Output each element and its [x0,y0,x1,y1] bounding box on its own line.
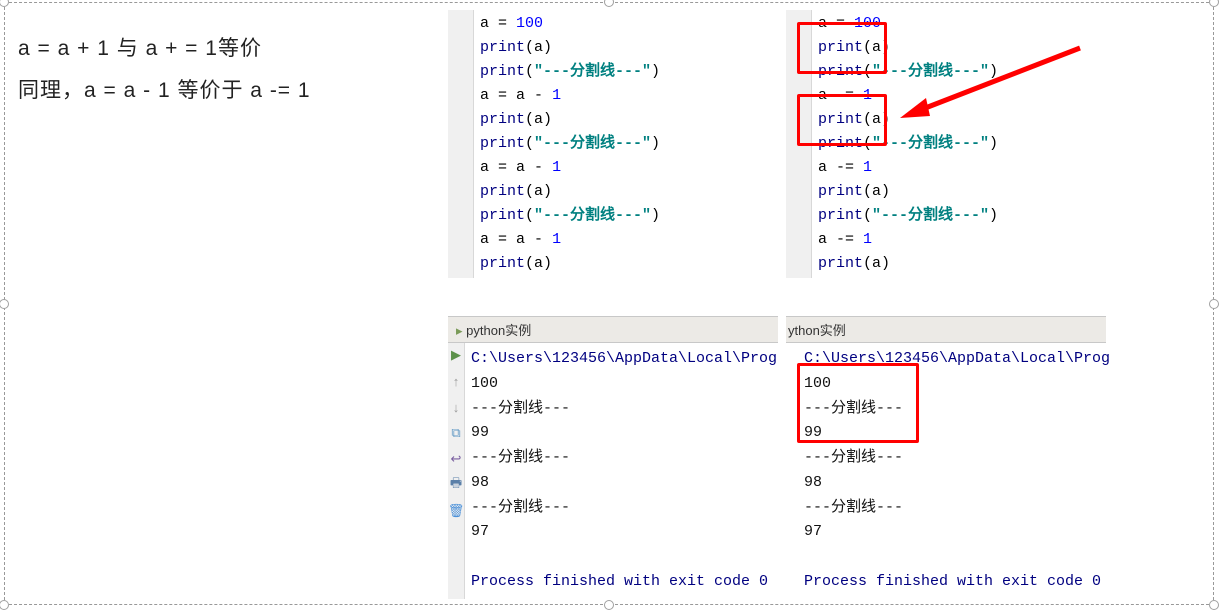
scroll-up-icon[interactable]: ↑ [448,373,464,389]
console-tab-right[interactable]: ython实例 [786,316,1106,343]
console-line: ---分割线--- [471,397,777,422]
code-line: print(a) [480,108,772,132]
console-output-right[interactable]: C:\Users\123456\AppData\Local\Prog 100--… [786,343,1116,599]
console-line: 97 [471,520,777,545]
console-panel-right: ython实例 C:\Users\123456\AppData\Local\Pr… [786,316,1106,599]
resize-handle-ne[interactable] [1209,0,1219,7]
code-line: print("---分割线---") [480,132,772,156]
scroll-down-icon[interactable]: ↓ [448,399,464,415]
console-output-left[interactable]: C:\Users\123456\AppData\Local\Prog 100--… [465,343,783,599]
code-line: print("---分割线---") [818,132,1100,156]
console-line: ---分割线--- [804,496,1110,521]
console-line: 100 [471,372,777,397]
editor-gutter [786,10,812,278]
code-line: print("---分割线---") [480,204,772,228]
console-line: ---分割线--- [804,446,1110,471]
code-line: a -= 1 [818,228,1100,252]
code-line: a = a - 1 [480,228,772,252]
console-panel-left: ▸ python实例 ▶ ↑ ↓ ⧉ ↩ 🖶 🗑 C:\Users\123456… [448,316,778,599]
rerun-icon[interactable]: ▶ [448,347,464,363]
code-line: a -= 1 [818,84,1100,108]
console-exit: Process finished with exit code 0 [471,570,777,595]
resize-handle-e[interactable] [1209,299,1219,309]
code-line: a = 100 [480,12,772,36]
console-exit: Process finished with exit code 0 [804,570,1110,595]
code-line: print(a) [818,36,1100,60]
console-line: 99 [471,421,777,446]
console-line: ---分割线--- [471,496,777,521]
console-line: ---分割线--- [804,397,1110,422]
code-editor-left[interactable]: a = 100print(a)print("---分割线---")a = a -… [474,10,778,278]
code-line: print("---分割线---") [818,60,1100,84]
console-line: 98 [804,471,1110,496]
toggle-box-icon[interactable]: ⧉ [448,425,464,441]
annotation-line-2: 同理，a = a - 1 等价于 a -= 1 [18,70,311,112]
annotation-text: a = a + 1 与 a + = 1等价 同理，a = a - 1 等价于 a… [18,28,311,112]
console-tab-label: ython实例 [788,323,846,338]
code-line: print("---分割线---") [818,204,1100,228]
console-line: ---分割线--- [471,446,777,471]
annotation-line-1: a = a + 1 与 a + = 1等价 [18,28,311,70]
code-line: print(a) [480,180,772,204]
code-panel-right: a = 100print(a)print("---分割线---")a -= 1p… [786,10,1106,278]
print-icon[interactable]: 🖶 [448,477,464,493]
code-line: print("---分割线---") [480,60,772,84]
console-tab-left[interactable]: ▸ python实例 [448,316,778,343]
soft-wrap-icon[interactable]: ↩ [448,451,464,467]
console-path: C:\Users\123456\AppData\Local\Prog [804,347,1110,372]
console-line: 99 [804,421,1110,446]
code-line: a = a - 1 [480,156,772,180]
console-line: 100 [804,372,1110,397]
code-line: print(a) [480,36,772,60]
clear-all-icon[interactable]: 🗑 [448,503,464,519]
console-line: 97 [804,520,1110,545]
code-line: print(a) [480,252,772,276]
play-marker-icon: ▸ [456,323,463,338]
code-line: print(a) [818,108,1100,132]
console-tab-label: python实例 [466,323,531,338]
console-toolbar: ▶ ↑ ↓ ⧉ ↩ 🖶 🗑 [448,343,465,599]
code-line: a -= 1 [818,156,1100,180]
code-editor-right[interactable]: a = 100print(a)print("---分割线---")a -= 1p… [812,10,1106,278]
code-line: a = 100 [818,12,1100,36]
console-path: C:\Users\123456\AppData\Local\Prog [471,347,777,372]
editor-gutter [448,10,474,278]
console-line: 98 [471,471,777,496]
code-line: print(a) [818,252,1100,276]
code-line: a = a - 1 [480,84,772,108]
code-line: print(a) [818,180,1100,204]
code-panel-left: a = 100print(a)print("---分割线---")a = a -… [448,10,778,278]
